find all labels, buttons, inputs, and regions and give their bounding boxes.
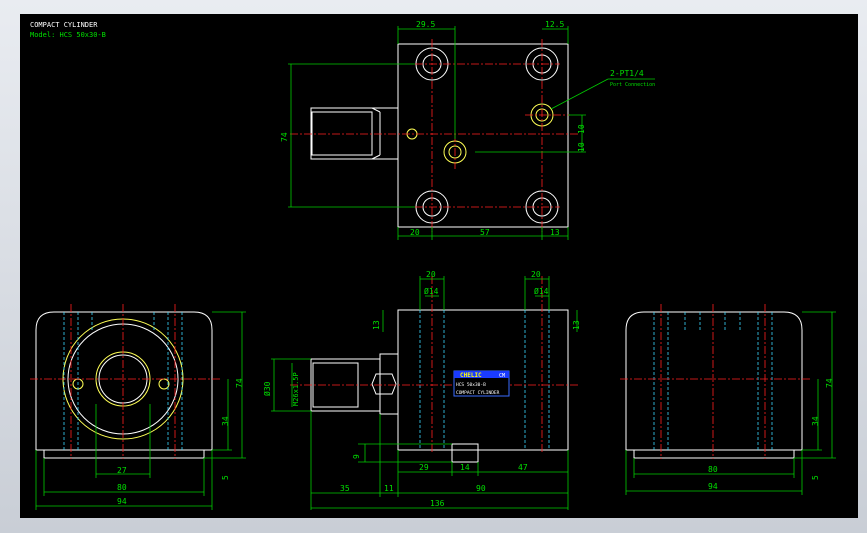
dim-top-10a: 10 (577, 124, 586, 134)
right-view-body (625, 311, 803, 451)
dim-front-47: 47 (518, 463, 528, 472)
dim-right-94: 94 (708, 482, 718, 491)
dim-front-d30: Ø30 (262, 381, 272, 396)
dim-top-13: 13 (550, 228, 560, 237)
dim-left-34: 34 (221, 416, 230, 426)
dim-front-d14b: Ø14 (534, 286, 549, 296)
top-view-body (397, 43, 569, 228)
rod-nut (371, 373, 397, 395)
dim-front-14: 14 (460, 463, 470, 472)
dim-top-20: 20 (410, 228, 420, 237)
dim-top-10b: 10 (577, 142, 586, 152)
dim-left-27: 27 (117, 466, 127, 475)
top-view-holes (415, 47, 559, 224)
dim-right-34: 34 (811, 416, 820, 426)
dim-front-m26: M26x1.5P (292, 372, 300, 406)
port-sublabel: Port Connection (610, 82, 655, 88)
dim-right-80: 80 (708, 465, 718, 474)
dim-top-74: 74 (280, 132, 289, 142)
front-view: CHELIC CM HCS 50x30-B COMPACT CYLINDER 2… (262, 270, 581, 510)
dim-top-57: 57 (480, 228, 490, 237)
drawing-canvas[interactable]: COMPACT CYLINDER Model: HCS 50x30-B 29.5… (20, 14, 858, 518)
dim-front-d14a: Ø14 (424, 286, 439, 296)
dim-left-80: 80 (117, 483, 127, 492)
top-view-rod-housing (310, 107, 399, 160)
dim-left-5: 5 (221, 475, 230, 480)
drawing-model: Model: HCS 50x30-B (30, 31, 106, 39)
dim-right-74: 74 (825, 378, 834, 388)
nameplate-brand: CHELIC (460, 372, 482, 379)
dim-front-90: 90 (476, 484, 486, 493)
dim-front-13a: 13 (372, 320, 381, 330)
dim-front-13b: 13 (572, 320, 581, 330)
dim-front-20b: 20 (531, 270, 541, 279)
left-view: 74 34 5 27 80 94 (30, 304, 246, 510)
dim-right-5: 5 (811, 475, 820, 480)
dim-top-29-5: 29.5 (416, 20, 435, 29)
dim-front-9: 9 (352, 454, 361, 459)
port-label: 2-PT1/4 (610, 69, 644, 78)
nameplate-mark: CM (499, 373, 505, 379)
window-frame: COMPACT CYLINDER Model: HCS 50x30-B 29.5… (0, 0, 867, 533)
top-view: 29.5 12.5 74 10 10 20 57 13 2-PT1/4 Port… (280, 20, 655, 240)
left-view-body (35, 311, 213, 451)
drawing-title: COMPACT CYLINDER (30, 21, 98, 29)
dim-front-29: 29 (419, 463, 429, 472)
top-view-rod (311, 111, 373, 156)
cad-drawing: COMPACT CYLINDER Model: HCS 50x30-B 29.5… (30, 20, 836, 510)
nameplate-model: HCS 50x30-B (456, 382, 486, 388)
nameplate-desc: COMPACT CYLINDER (456, 390, 500, 396)
dim-front-35: 35 (340, 484, 350, 493)
dim-front-11: 11 (384, 484, 394, 493)
dim-front-136: 136 (430, 499, 445, 508)
dim-left-74: 74 (235, 378, 244, 388)
right-view: 74 34 5 80 94 (620, 304, 836, 495)
dim-top-12-5: 12.5 (545, 20, 564, 29)
dim-left-94: 94 (117, 497, 127, 506)
dim-front-20a: 20 (426, 270, 436, 279)
